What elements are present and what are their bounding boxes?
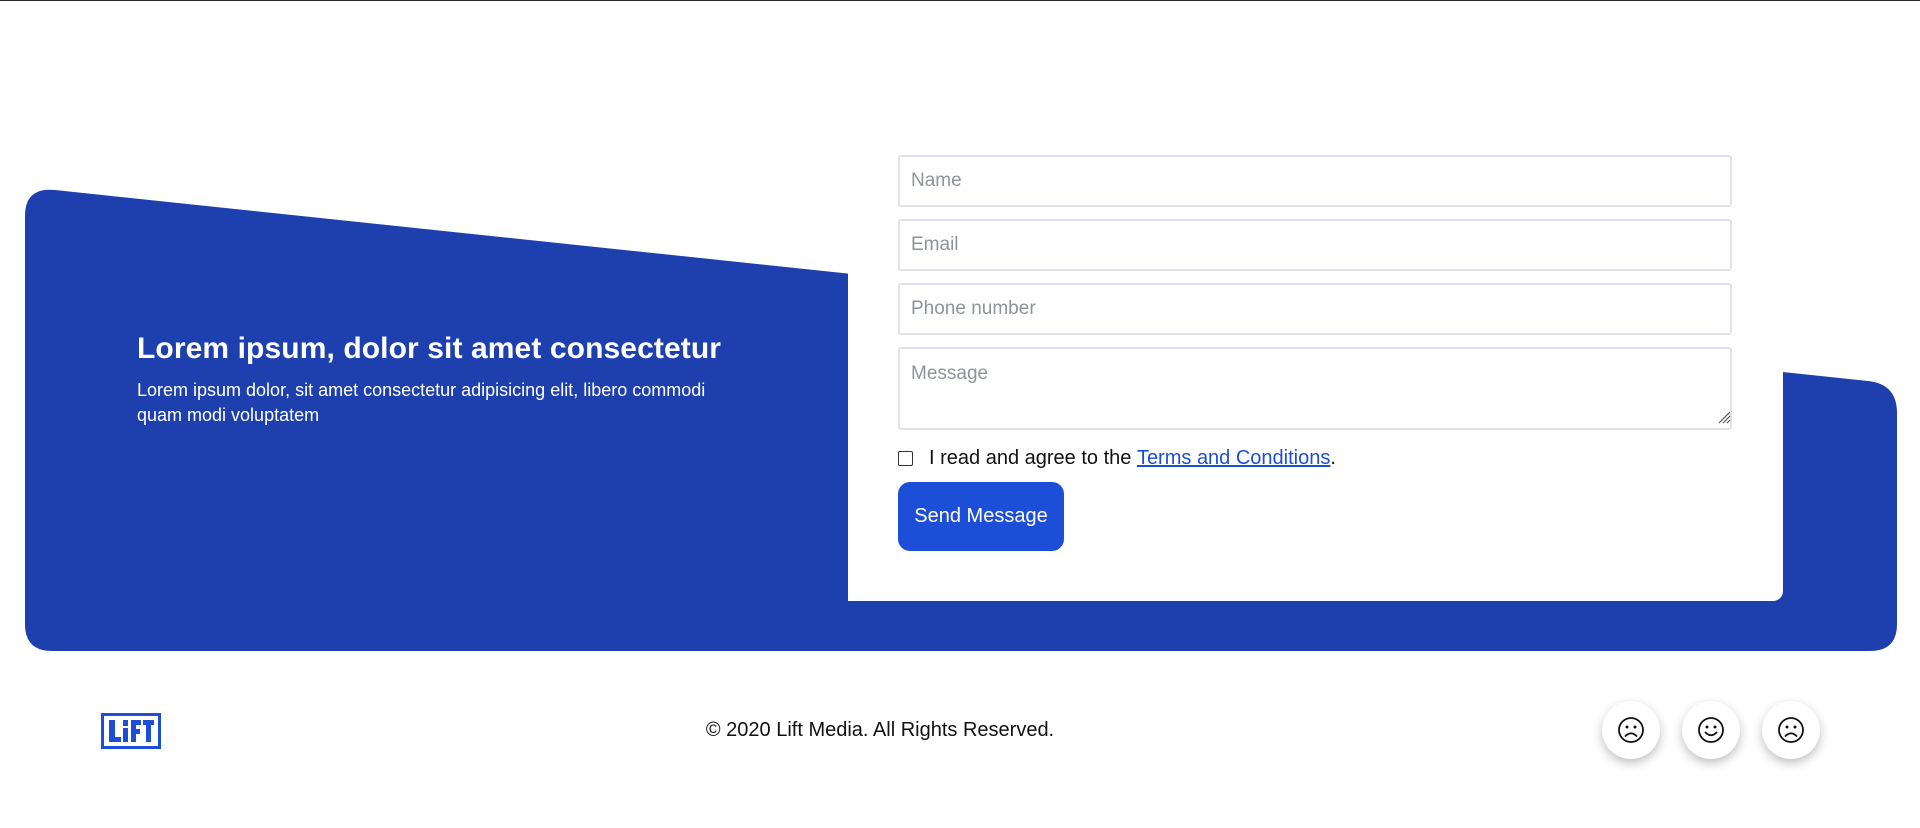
terms-link[interactable]: Terms and Conditions [1137, 447, 1330, 470]
email-field[interactable] [898, 219, 1732, 271]
name-field[interactable] [898, 155, 1732, 207]
social-button-3[interactable] [1762, 701, 1820, 759]
hero-title: Lorem ipsum, dolor sit amet consectetur [137, 332, 722, 365]
hero-subtitle: Lorem ipsum dolor, sit amet consectetur … [137, 380, 706, 425]
agree-suffix: . [1330, 446, 1336, 469]
agree-checkbox[interactable] [898, 450, 913, 466]
resize-handle-icon[interactable] [1717, 410, 1731, 424]
message-field[interactable] [898, 347, 1732, 430]
social-button-2[interactable] [1682, 701, 1740, 759]
smile-face-icon [1698, 717, 1724, 743]
hero-text: Lorem ipsum, dolor sit amet consectetur … [137, 330, 727, 428]
agree-prefix: I read and agree to the [929, 446, 1137, 469]
send-message-button[interactable]: Send Message [898, 482, 1064, 551]
frown-face-icon [1618, 717, 1644, 743]
contact-form: I read and agree to the Terms and Condit… [848, 140, 1783, 601]
terms-agreement: I read and agree to the Terms and Condit… [898, 445, 1336, 471]
copyright-text: © 2020 Lift Media. All Rights Reserved. [705, 719, 1055, 741]
social-button-1[interactable] [1602, 701, 1660, 759]
frown-face-icon [1778, 717, 1804, 743]
phone-field[interactable] [898, 283, 1732, 335]
